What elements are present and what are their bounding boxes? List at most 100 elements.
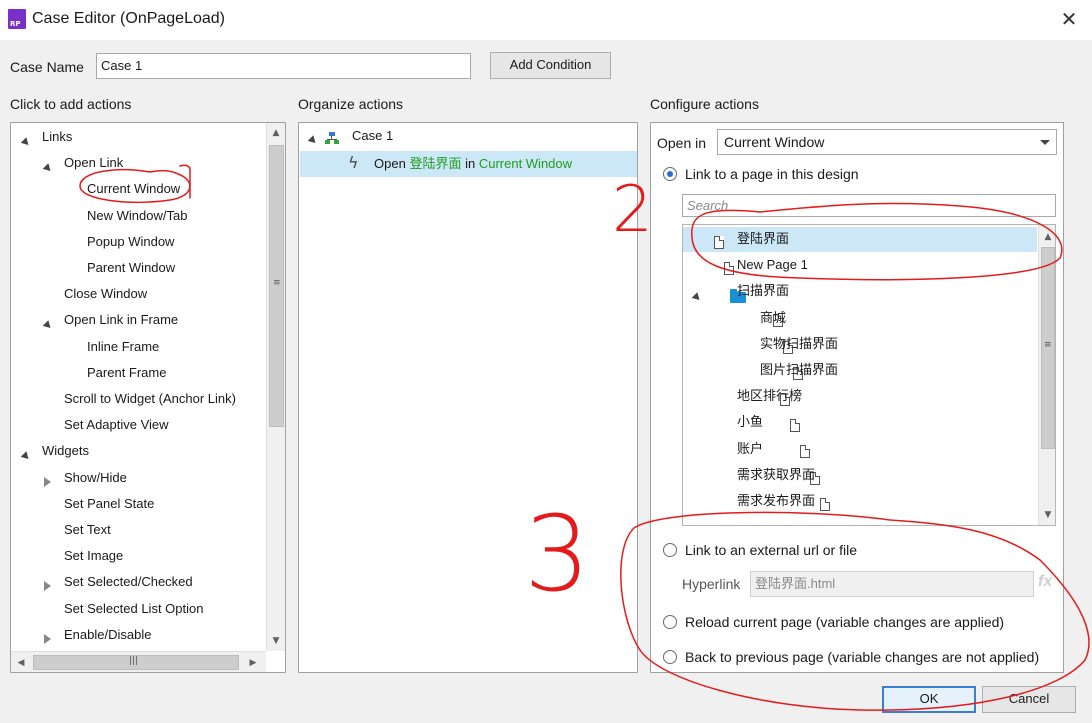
case-name-input[interactable]: Case 1 [96,53,471,79]
action-row-text: Open 登陆界面 in Current Window [374,152,572,176]
action-tree-item[interactable]: Enable/Disable [64,623,151,647]
scroll-up-arrow-icon[interactable]: ▲ [268,125,284,141]
action-tree-item[interactable]: Set Adaptive View [64,413,169,437]
action-tree-item[interactable]: Set Image [64,544,123,568]
action-tree-item[interactable]: Links [42,125,72,149]
open-in-select[interactable]: Current Window [717,129,1057,155]
case-expander-icon[interactable] [307,131,319,147]
scroll-right-arrow-icon[interactable]: ▶ [245,655,261,671]
cancel-button[interactable]: Cancel [982,686,1076,713]
page-tree-item[interactable]: 小鱼 [737,410,763,434]
lightning-bolt-icon: ϟ [348,153,359,172]
page-tree-item[interactable]: 商城 [760,306,786,330]
page-tree-item[interactable]: 需求发布界面 [737,489,815,513]
app-icon-label: RP [10,20,21,28]
open-in-value: Current Window [724,134,825,150]
horizontal-grip-icon: ||| [129,656,139,666]
actions-tree: Links Open Link Current Window New Window/T… [11,123,266,651]
action-tree-item[interactable]: New Window/Tab [87,204,187,228]
window-title: Case Editor (OnPageLoad) [32,10,225,27]
expand-open-icon[interactable] [42,316,54,332]
link-page-radio[interactable] [663,167,677,181]
page-tree-item[interactable]: 地区排行榜 [737,384,802,408]
back-page-label[interactable]: Back to previous page (variable changes … [685,649,1039,665]
page-scroll-up-arrow-icon[interactable]: ▲ [1040,229,1055,245]
page-tree-item[interactable]: 账户 [737,437,763,461]
action-tree-item[interactable]: Parent Window [87,256,175,280]
action-tree-item[interactable]: Close Window [64,282,147,306]
page-scroll-grip-icon: ≡ [1044,340,1052,350]
actions-vertical-scrollbar[interactable]: ▲ ≡ ▼ [266,123,285,651]
page-icon [820,497,830,511]
action-tree-item[interactable]: Popup Window [87,230,174,254]
action-tree-item[interactable]: Open Link [64,151,123,175]
organize-actions-panel: Case 1 ϟ Open 登陆界面 in Current Window [298,122,638,673]
action-tree-item[interactable]: Parent Frame [87,361,166,385]
external-url-label[interactable]: Link to an external url or file [685,542,857,558]
action-tree-item[interactable]: Set Text [64,518,111,542]
action-in-word: in [465,156,476,171]
page-icon [800,445,810,459]
action-page-name: 登陆界面 [409,156,462,171]
add-actions-panel: Links Open Link Current Window New Window/T… [10,122,286,673]
case-label[interactable]: Case 1 [352,124,393,148]
expand-closed-icon[interactable] [44,578,51,594]
page-scroll-down-arrow-icon[interactable]: ▼ [1040,507,1055,523]
page-tree-scrollbar[interactable]: ▲ ≡ ▼ [1038,225,1055,525]
expand-open-icon[interactable] [20,447,32,463]
action-tree-item[interactable]: Set Panel State [64,492,154,516]
expand-closed-icon[interactable] [44,474,51,490]
page-tree-item[interactable]: 图片扫描界面 [760,358,838,382]
expand-open-icon[interactable] [20,133,32,149]
scroll-grip-icon: ≡ [273,278,281,288]
fx-icon[interactable]: fx [1038,573,1052,591]
action-tree-item[interactable]: Scroll to Widget (Anchor Link) [64,387,236,411]
action-tree-item[interactable]: Set Selected List Option [64,597,203,621]
scroll-left-arrow-icon[interactable]: ◀ [13,655,29,671]
add-condition-button[interactable]: Add Condition [490,52,611,79]
action-target: Current Window [478,156,573,171]
case-flow-icon [325,129,339,145]
action-tree-item[interactable]: Show/Hide [64,466,127,490]
page-tree-item[interactable]: 扫描界面 [737,279,789,303]
page-tree-item[interactable]: New Page 1 [737,253,808,277]
page-tree-item[interactable]: 登陆界面 [737,227,789,251]
page-icon [790,419,800,433]
action-tree-item[interactable]: Current Window [87,177,180,201]
configure-actions-panel: Open in Current Window Link to a page in… [650,122,1064,673]
page-search-input[interactable]: Search [682,194,1056,217]
scroll-down-arrow-icon[interactable]: ▼ [268,633,284,649]
back-page-radio[interactable] [663,650,677,664]
page-tree: 登陆界面 New Page 1 扫描界面商城 实物扫描界面 图片扫描界面 地区排行榜 小鱼账… [682,224,1056,526]
close-icon[interactable]: ✕ [1056,6,1082,32]
add-actions-title: Click to add actions [10,96,132,112]
expand-closed-icon[interactable] [44,631,51,647]
chevron-down-icon [1040,140,1050,145]
title-bar: RP Case Editor (OnPageLoad) ✕ [0,0,1092,40]
ok-button[interactable]: OK [882,686,976,713]
action-verb: Open [374,156,406,171]
reload-page-label[interactable]: Reload current page (variable changes ar… [685,614,1004,630]
organize-actions-title: Organize actions [298,96,404,112]
case-name-label: Case Name [10,59,84,75]
action-tree-item[interactable]: Inline Frame [87,335,159,359]
page-tree-item[interactable]: 实物扫描界面 [760,332,838,356]
action-row-open-link[interactable]: ϟ Open 登陆界面 in Current Window [300,151,637,177]
page-icon [724,261,734,275]
reload-page-radio[interactable] [663,615,677,629]
page-tree-item[interactable]: 需求获取界面 [737,463,815,487]
action-tree-item[interactable]: Widgets [42,439,89,463]
hyperlink-input[interactable]: 登陆界面.html [750,571,1034,597]
action-tree-item[interactable]: Open Link in Frame [64,308,178,332]
actions-horizontal-scrollbar[interactable]: ◀ ||| ▶ [11,651,266,672]
action-tree-item[interactable]: Set Selected/Checked [64,570,193,594]
axure-app-icon: RP [8,9,26,29]
configure-actions-title: Configure actions [650,96,759,112]
folder-expander-icon[interactable] [691,288,703,304]
page-icon [714,235,724,249]
open-in-label: Open in [657,135,707,151]
link-page-label[interactable]: Link to a page in this design [685,166,859,182]
expand-open-icon[interactable] [42,159,54,175]
external-url-radio[interactable] [663,543,677,557]
hyperlink-label: Hyperlink [682,576,741,592]
